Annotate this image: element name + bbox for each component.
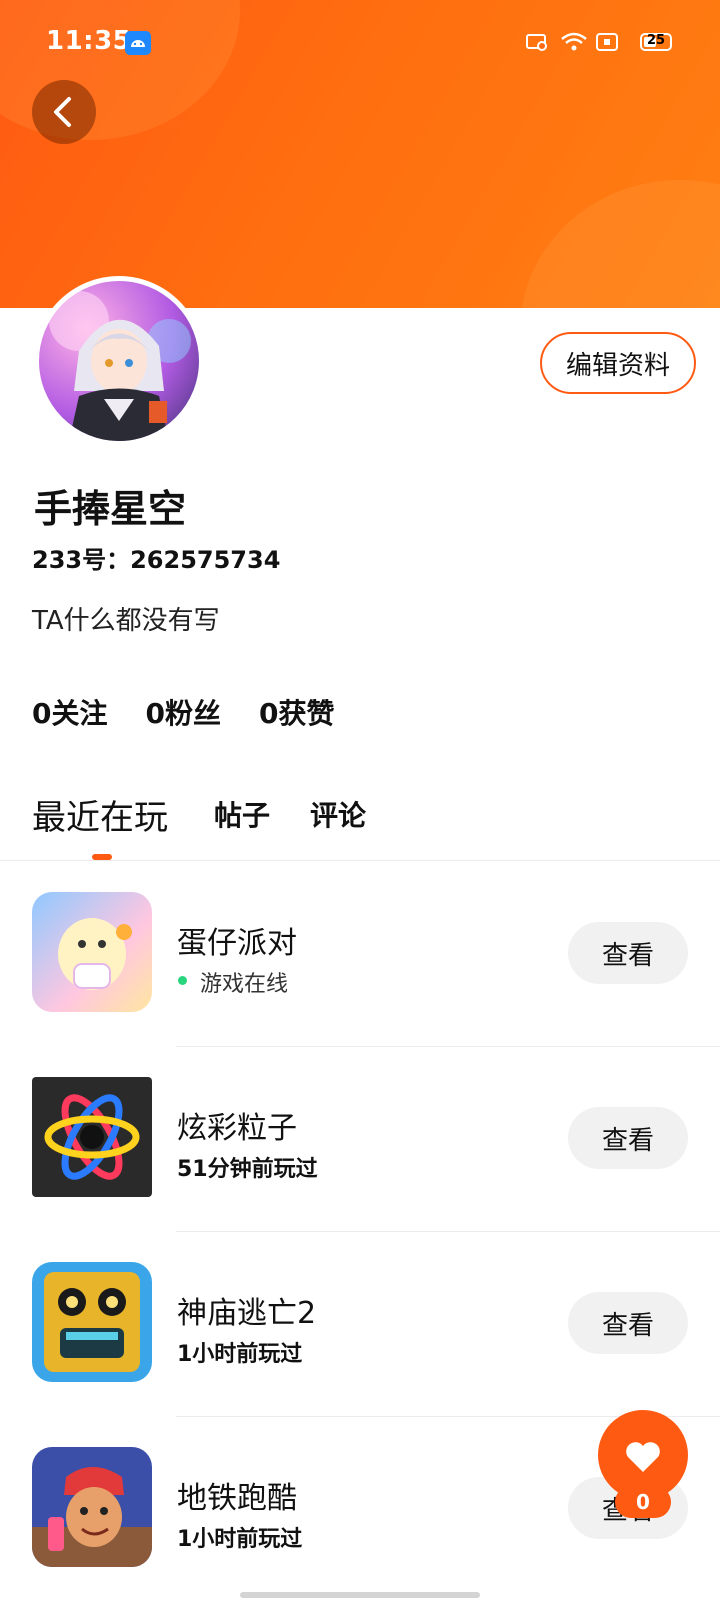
tab-recently-played[interactable]: 最近在玩 xyxy=(32,790,168,839)
avatar[interactable] xyxy=(34,276,204,446)
view-game-button[interactable]: 查看 xyxy=(568,1292,688,1354)
eggy-party-icon[interactable] xyxy=(32,892,152,1012)
battery-percent: 25 xyxy=(646,33,666,48)
tab-comments[interactable]: 评论 xyxy=(310,794,366,834)
edit-profile-button[interactable]: 编辑资料 xyxy=(540,332,696,394)
recent-games-list: 蛋仔派对 游戏在线 查看 炫彩粒子 51分钟前玩过 查看 神庙逃亡2 1小时前玩… xyxy=(0,862,720,1602)
list-item[interactable]: 蛋仔派对 游戏在线 查看 xyxy=(0,862,720,1047)
game-name: 炫彩粒子 xyxy=(177,1111,297,1146)
profile-stats: 0关注 0粉丝 0获赞 xyxy=(32,692,334,732)
heart-icon xyxy=(626,1442,660,1472)
tab-posts[interactable]: 帖子 xyxy=(214,794,270,834)
last-played-time: 1小时前玩过 xyxy=(177,1342,303,1367)
colorful-particles-icon[interactable] xyxy=(32,1077,152,1197)
last-played-time: 51分钟前玩过 xyxy=(177,1157,318,1182)
wifi-icon xyxy=(560,32,588,56)
online-status-dot xyxy=(178,976,187,985)
likes-count[interactable]: 0获赞 xyxy=(259,692,334,732)
view-game-button[interactable]: 查看 xyxy=(568,1107,688,1169)
tabs-divider xyxy=(0,860,720,861)
temple-run-2-icon[interactable] xyxy=(32,1262,152,1382)
user-id: 233号：262575734 xyxy=(32,546,281,574)
banner-decoration xyxy=(520,180,720,308)
status-bar: 11:35 25 xyxy=(0,0,720,80)
list-item[interactable]: 炫彩粒子 51分钟前玩过 查看 xyxy=(0,1047,720,1232)
cast-off-icon xyxy=(526,32,548,56)
game-name: 地铁跑酷 xyxy=(177,1481,297,1516)
battery-icon: 25 xyxy=(640,33,672,51)
android-app-icon xyxy=(125,31,151,55)
game-name: 神庙逃亡2 xyxy=(177,1296,317,1331)
like-count-badge: 0 xyxy=(615,1486,671,1518)
home-indicator[interactable] xyxy=(240,1592,480,1598)
view-game-button[interactable]: 查看 xyxy=(568,922,688,984)
game-name: 蛋仔派对 xyxy=(177,926,297,961)
following-count[interactable]: 0关注 xyxy=(32,692,107,732)
anime-avatar-image xyxy=(49,291,191,441)
username: 手捧星空 xyxy=(34,487,187,531)
back-button[interactable] xyxy=(32,80,96,144)
subway-surfers-icon[interactable] xyxy=(32,1447,152,1567)
chevron-left-icon xyxy=(54,97,71,127)
screen-record-icon xyxy=(596,32,618,56)
status-time: 11:35 xyxy=(46,26,132,56)
game-status: 游戏在线 xyxy=(200,972,289,997)
followers-count[interactable]: 0粉丝 xyxy=(145,692,220,732)
last-played-time: 1小时前玩过 xyxy=(177,1527,303,1552)
user-bio: TA什么都没有写 xyxy=(32,606,220,636)
list-item[interactable]: 神庙逃亡2 1小时前玩过 查看 xyxy=(0,1232,720,1417)
